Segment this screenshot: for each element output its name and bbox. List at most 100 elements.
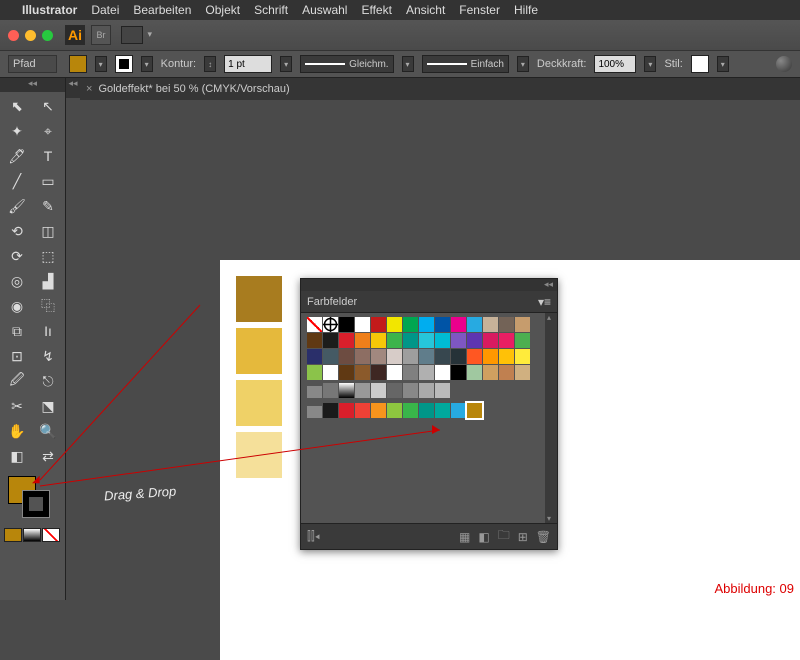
tool-20[interactable]: ⊡ bbox=[2, 344, 32, 368]
menu-objekt[interactable]: Objekt bbox=[205, 3, 240, 17]
opacity-dd[interactable]: ▾ bbox=[644, 56, 656, 72]
swatch-14[interactable] bbox=[307, 333, 322, 348]
tool-21[interactable]: ↯ bbox=[33, 344, 63, 368]
swatch-24[interactable] bbox=[467, 333, 482, 348]
grey7[interactable] bbox=[435, 383, 450, 398]
menu-bearbeiten[interactable]: Bearbeiten bbox=[133, 3, 191, 17]
tool-14[interactable]: ◎ bbox=[2, 269, 32, 293]
mode-gradient[interactable] bbox=[23, 528, 41, 542]
swatch-46[interactable] bbox=[371, 365, 386, 380]
swatch-lib-icon[interactable]: ⫿⫿◂ bbox=[307, 529, 320, 544]
group-swatch-7[interactable] bbox=[435, 403, 450, 418]
group-swatch-1[interactable] bbox=[339, 403, 354, 418]
grey5[interactable] bbox=[403, 383, 418, 398]
swatch-7[interactable] bbox=[419, 317, 434, 332]
swatch-5[interactable] bbox=[387, 317, 402, 332]
folder-icon[interactable] bbox=[307, 406, 322, 418]
tool-18[interactable]: ⧉ bbox=[2, 319, 32, 343]
tool-16[interactable]: ◉ bbox=[2, 294, 32, 318]
doc-handle[interactable]: ◂◂ bbox=[66, 78, 80, 98]
swatch-32[interactable] bbox=[371, 349, 386, 364]
style-swatch[interactable] bbox=[691, 55, 709, 73]
swatch-40[interactable] bbox=[499, 349, 514, 364]
swatch-20[interactable] bbox=[403, 333, 418, 348]
tool-29[interactable]: ⇄ bbox=[33, 444, 63, 468]
style-dd[interactable]: ▾ bbox=[717, 56, 729, 72]
swatch-49[interactable] bbox=[419, 365, 434, 380]
document-tab[interactable]: × Goldeffekt* bei 50 % (CMYK/Vorschau) bbox=[80, 78, 800, 100]
arrange-docs-button[interactable] bbox=[121, 26, 143, 44]
swatch-37[interactable] bbox=[451, 349, 466, 364]
grey4[interactable] bbox=[387, 383, 402, 398]
tool-28[interactable]: ◧ bbox=[2, 444, 32, 468]
menu-effekt[interactable]: Effekt bbox=[361, 3, 391, 17]
minimize-button[interactable] bbox=[25, 30, 36, 41]
swatch-6[interactable] bbox=[403, 317, 418, 332]
tool-19[interactable]: Iı bbox=[33, 319, 63, 343]
tool-11[interactable]: ◫ bbox=[33, 219, 63, 243]
swatch-10[interactable] bbox=[467, 317, 482, 332]
group-swatch-2[interactable] bbox=[355, 403, 370, 418]
close-button[interactable] bbox=[8, 30, 19, 41]
fill-stroke-control[interactable]: ◢ bbox=[4, 474, 61, 524]
swatch-17[interactable] bbox=[355, 333, 370, 348]
menu-schrift[interactable]: Schrift bbox=[254, 3, 288, 17]
fill-swatch[interactable] bbox=[69, 55, 87, 73]
stroke-weight[interactable]: 1 pt bbox=[224, 55, 272, 73]
swatch-15[interactable] bbox=[323, 333, 338, 348]
panel-header[interactable]: Farbfelder ▾≡ bbox=[301, 291, 557, 313]
swatch-28[interactable] bbox=[307, 349, 322, 364]
delete-swatch-icon[interactable]: 🗑 bbox=[536, 530, 551, 544]
swatch-27[interactable] bbox=[515, 333, 530, 348]
swatch-18[interactable] bbox=[371, 333, 386, 348]
swatch-34[interactable] bbox=[403, 349, 418, 364]
swatch-4[interactable] bbox=[371, 317, 386, 332]
folder-icon[interactable] bbox=[307, 386, 322, 398]
swatch-47[interactable] bbox=[387, 365, 402, 380]
gradient-group[interactable] bbox=[339, 383, 354, 398]
tools-handle[interactable]: ◂◂ bbox=[0, 78, 65, 92]
group-swatch-5[interactable] bbox=[403, 403, 418, 418]
swatch-8[interactable] bbox=[435, 317, 450, 332]
profile-dd[interactable]: ▾ bbox=[402, 56, 414, 72]
panel-collapse[interactable]: ◂◂ bbox=[301, 279, 557, 291]
globe-icon[interactable] bbox=[776, 56, 792, 72]
stroke-swatch[interactable] bbox=[115, 55, 133, 73]
swatch-3[interactable] bbox=[355, 317, 370, 332]
swatch-29[interactable] bbox=[323, 349, 338, 364]
close-tab-icon[interactable]: × bbox=[86, 83, 92, 95]
swatch-50[interactable] bbox=[435, 365, 450, 380]
swatch-42[interactable] bbox=[307, 365, 322, 380]
swatch-22[interactable] bbox=[435, 333, 450, 348]
grey2[interactable] bbox=[355, 383, 370, 398]
stroke-color[interactable] bbox=[22, 490, 50, 518]
swatch-23[interactable] bbox=[451, 333, 466, 348]
weight-dd[interactable]: ▾ bbox=[280, 56, 292, 72]
group-swatch-4[interactable] bbox=[387, 403, 402, 418]
swatch-16[interactable] bbox=[339, 333, 354, 348]
swatch-19[interactable] bbox=[387, 333, 402, 348]
grey3[interactable] bbox=[371, 383, 386, 398]
swatch-13[interactable] bbox=[515, 317, 530, 332]
fill-dd[interactable]: ▾ bbox=[95, 56, 107, 72]
tool-27[interactable]: 🔍 bbox=[33, 419, 63, 443]
gold-swatch-2[interactable] bbox=[236, 380, 282, 426]
tool-25[interactable]: ⬔ bbox=[33, 394, 63, 418]
gold-swatch-1[interactable] bbox=[236, 328, 282, 374]
tool-15[interactable]: ▟ bbox=[33, 269, 63, 293]
stroke-profile[interactable]: Gleichm. bbox=[300, 55, 393, 73]
new-group-icon[interactable]: 🗀 bbox=[498, 526, 510, 547]
tool-2[interactable]: ✦ bbox=[2, 119, 32, 143]
tool-0[interactable]: ⬉ bbox=[2, 94, 32, 118]
swatch-55[interactable] bbox=[515, 365, 530, 380]
brush-def[interactable]: Einfach bbox=[422, 55, 509, 73]
tool-6[interactable]: ╱ bbox=[2, 169, 32, 193]
tool-1[interactable]: ↖ bbox=[33, 94, 63, 118]
group-swatch-8[interactable] bbox=[451, 403, 466, 418]
grey6[interactable] bbox=[419, 383, 434, 398]
swatch-30[interactable] bbox=[339, 349, 354, 364]
zoom-button[interactable] bbox=[42, 30, 53, 41]
swatch-41[interactable] bbox=[515, 349, 530, 364]
panel-menu-icon[interactable]: ▾≡ bbox=[538, 295, 551, 309]
tool-5[interactable]: T bbox=[33, 144, 63, 168]
